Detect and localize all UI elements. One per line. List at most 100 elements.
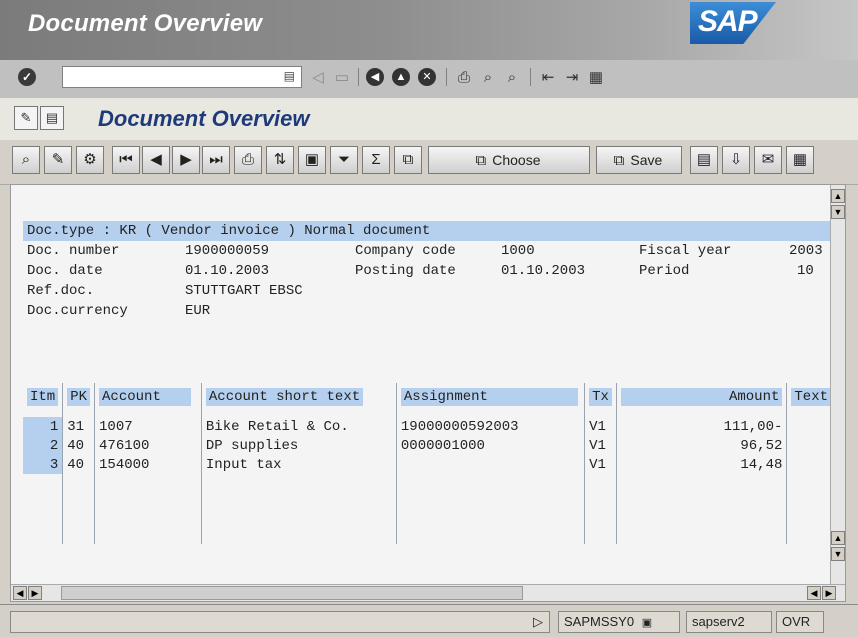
next-item-icon[interactable]: ▶ (172, 146, 200, 174)
cell-assignment (396, 455, 586, 474)
cell-amount: 111,00- (616, 417, 788, 436)
horizontal-scrollbar[interactable]: ◀ ▶ ◀ ▶ (11, 584, 845, 601)
choose-label: Choose (492, 152, 541, 168)
insert-mode-field[interactable]: OVR (776, 611, 824, 633)
detail-icon[interactable]: ⌕ (12, 146, 40, 174)
fiscal-year-label: Fiscal year (639, 243, 732, 259)
send-icon[interactable]: ✉ (754, 146, 782, 174)
scroll-right-icon[interactable]: ▶ (28, 586, 42, 600)
cell-short-text: Input tax (201, 455, 397, 474)
table-header-row: Itm PK Account Account short text Assign… (23, 383, 835, 411)
scroll-down-icon[interactable]: ▼ (831, 205, 845, 219)
title-bar: Document Overview SAP (0, 0, 858, 60)
calculator-icon[interactable]: ▦ (786, 146, 814, 174)
print-icon[interactable]: ⎙ (454, 68, 474, 88)
ok-icon[interactable]: ✓ (18, 68, 36, 86)
table-row[interactable]: 3 40 154000 Input tax V1 14,48 (23, 455, 835, 474)
cell-pk: 40 (62, 455, 96, 474)
print-icon[interactable]: ⎙ (234, 146, 262, 174)
filter-icon[interactable]: ⏷ (330, 146, 358, 174)
history-icon[interactable]: ▤ (284, 69, 295, 83)
exit-icon[interactable]: ▲ (392, 68, 412, 88)
next-page-icon[interactable]: ⇥ (562, 68, 582, 88)
column-header-assignment[interactable]: Assignment (396, 383, 586, 411)
toolbar-separator (358, 68, 359, 86)
program-field: SAPMSSY0 ▣ (558, 611, 680, 633)
table-row[interactable]: 2 40 476100 DP supplies 0000001000 V1 96… (23, 436, 835, 455)
settings-icon[interactable]: ⚙ (76, 146, 104, 174)
cell-text (787, 455, 835, 474)
download-icon[interactable]: ⇩ (722, 146, 750, 174)
export-icon[interactable]: ▤ (690, 146, 718, 174)
sort-icon[interactable]: ⇅ (266, 146, 294, 174)
sum-icon[interactable]: Σ (362, 146, 390, 174)
posting-date-label: Posting date (355, 263, 456, 279)
status-expand-icon[interactable]: ▷ (533, 612, 543, 632)
scroll-left-icon[interactable]: ◀ (807, 586, 821, 600)
cell-assignment: 0000001000 (396, 436, 586, 455)
column-header-text[interactable]: Text (787, 383, 835, 411)
cell-short-text: DP supplies (201, 436, 397, 455)
back-icon[interactable]: ◀ (366, 68, 386, 88)
scroll-left-icon[interactable]: ◀ (13, 586, 27, 600)
table-row[interactable]: 1 31 1007 Bike Retail & Co. 190000005920… (23, 417, 835, 436)
save-icon[interactable]: ▭ (332, 68, 352, 88)
column-header-amount[interactable]: Amount (616, 383, 788, 411)
column-header-pk[interactable]: PK (62, 383, 96, 411)
save-layout-icon: ⧉ (613, 152, 625, 169)
line-items-table: Itm PK Account Account short text Assign… (23, 383, 835, 544)
cell-account[interactable]: 476100 (94, 436, 202, 455)
toolbar-separator (446, 68, 447, 86)
cell-text (787, 417, 835, 436)
first-page-icon[interactable]: ⇤ (538, 68, 558, 88)
find-next-icon[interactable]: ⌕ (502, 68, 522, 88)
first-item-icon[interactable]: ⏮ (112, 146, 140, 174)
other-document-icon[interactable]: ▤ (40, 106, 64, 130)
last-item-icon[interactable]: ⏭ (202, 146, 230, 174)
layout-print-icon[interactable]: ▣ (298, 146, 326, 174)
find-icon[interactable]: ⌕ (478, 68, 498, 88)
edit-pencil-icon[interactable]: ✎ (44, 146, 72, 174)
column-header-account[interactable]: Account (94, 383, 202, 411)
cell-account[interactable]: 154000 (94, 455, 202, 474)
column-header-tx[interactable]: Tx (584, 383, 617, 411)
save-layout-button[interactable]: ⧉ Save (596, 146, 682, 174)
doc-number-value: 1900000059 (185, 243, 270, 259)
command-input[interactable] (63, 67, 271, 87)
back-arrow-icon[interactable]: ◁ (308, 68, 328, 88)
display-change-icon[interactable]: ✎ (14, 106, 38, 130)
copy-icon[interactable]: ⧉ (394, 146, 422, 174)
scroll-up-icon[interactable]: ▲ (831, 531, 845, 545)
scroll-right-icon[interactable]: ▶ (822, 586, 836, 600)
cell-amount: 14,48 (616, 455, 788, 474)
save-label: Save (630, 152, 663, 168)
command-field[interactable]: ▤ (62, 66, 302, 88)
company-code-label: Company code (355, 243, 456, 259)
column-header-short-text[interactable]: Account short text (201, 383, 397, 411)
scroll-up-icon[interactable]: ▲ (831, 189, 845, 203)
system-info-icon[interactable]: ▣ (642, 617, 652, 629)
period-label: Period (639, 263, 690, 279)
doc-date-value: 01.10.2003 (185, 263, 270, 279)
server-field: sapserv2 (686, 611, 772, 633)
choose-button[interactable]: ⧉ Choose (428, 146, 590, 174)
choose-icon: ⧉ (475, 152, 487, 169)
cell-account[interactable]: 1007 (94, 417, 202, 436)
cell-itm[interactable]: 3 (23, 455, 64, 474)
previous-item-icon[interactable]: ◀ (142, 146, 170, 174)
scroll-thumb[interactable] (61, 586, 523, 600)
ref-doc-value: STUTTGART EBSC (185, 283, 303, 299)
cell-itm[interactable]: 2 (23, 436, 64, 455)
doc-date-label: Doc. date (27, 263, 103, 279)
cancel-icon[interactable]: ✕ (418, 68, 438, 88)
vertical-scrollbar[interactable]: ▲ ▼ ▲ ▼ (830, 185, 845, 601)
doc-type-line: Doc.type : KR ( Vendor invoice ) Normal … (27, 223, 431, 239)
scroll-down-icon[interactable]: ▼ (831, 547, 845, 561)
window-title: Document Overview (28, 10, 263, 37)
ref-doc-label: Ref.doc. (27, 283, 95, 299)
layout-icon[interactable]: ▦ (586, 68, 606, 88)
cell-short-text: Bike Retail & Co. (201, 417, 397, 436)
cell-itm[interactable]: 1 (23, 417, 64, 436)
cell-pk: 40 (62, 436, 96, 455)
column-header-itm[interactable]: Itm (23, 383, 64, 411)
